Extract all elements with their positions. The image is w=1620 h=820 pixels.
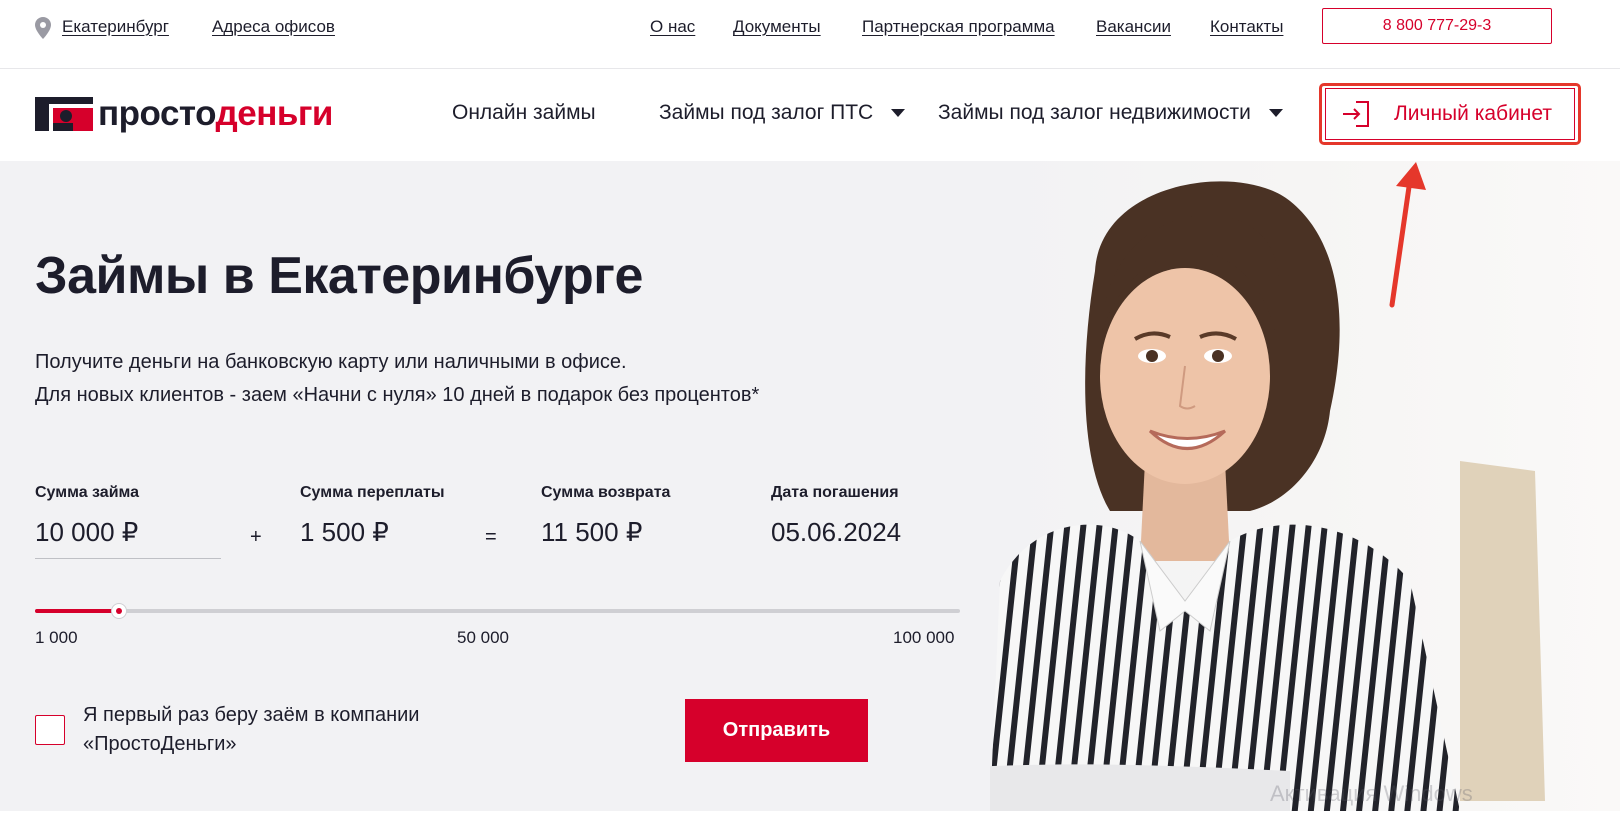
loan-amount-underline (35, 558, 221, 559)
hero-section: Займы в Екатеринбурге Получите деньги на… (0, 161, 1620, 811)
first-loan-checkbox-label[interactable]: Я первый раз беру заём в компании «Прост… (83, 701, 419, 759)
nav-online-loans-label: Онлайн займы (452, 101, 596, 124)
first-loan-checkbox[interactable] (35, 715, 65, 745)
loan-amount-slider[interactable] (35, 603, 960, 619)
overpay-value: 1 500 ₽ (300, 517, 389, 547)
page-title: Займы в Екатеринбурге (35, 247, 643, 305)
chevron-down-icon (891, 109, 906, 117)
checkbox-label-line1: Я первый раз беру заём в компании (83, 704, 420, 726)
return-amount-label: Сумма возврата (541, 484, 671, 501)
logo-text-part2: деньги (215, 94, 334, 133)
slider-min-label: 1 000 (35, 628, 78, 647)
about-link[interactable]: О нас (650, 17, 695, 37)
windows-activation-watermark: Активация Windows (1270, 781, 1473, 806)
phone-number: 8 800 777-29-3 (1382, 17, 1492, 34)
loan-amount-field[interactable]: 10 000 ₽ (35, 517, 138, 548)
submit-button[interactable]: Отправить (685, 699, 868, 762)
location-pin-icon (35, 17, 51, 39)
slider-max-label: 100 000 (893, 628, 955, 647)
top-bar: Екатеринбург Адреса офисов О нас Докумен… (0, 0, 1620, 69)
partner-program-link[interactable]: Партнерская программа (862, 17, 1055, 37)
login-icon (1343, 101, 1369, 127)
hero-subtitle-line2: Для новых клиентов - заем «Начни с нуля»… (35, 384, 760, 406)
plus-sign: + (250, 526, 262, 548)
loan-amount-label: Сумма займа (35, 484, 140, 501)
logo-wordmark: простоденьги (98, 94, 334, 133)
nav-online-loans[interactable]: Онлайн займы (452, 101, 596, 125)
checkbox-label-line2: «ПростоДеньги» (83, 733, 237, 755)
due-date-label: Дата погашения (771, 484, 899, 501)
slider-fill (35, 609, 120, 613)
hero-portrait-image (990, 161, 1620, 811)
return-amount-value: 11 500 ₽ (541, 517, 643, 547)
due-date-value: 05.06.2024 (771, 517, 902, 547)
equals-sign: = (485, 526, 497, 548)
nav-realty-loans-label: Займы под залог недвижимости (938, 101, 1251, 124)
contacts-link[interactable]: Контакты (1210, 17, 1283, 37)
documents-link[interactable]: Документы (733, 17, 821, 37)
chevron-down-icon (1268, 109, 1283, 117)
nav-pts-loans[interactable]: Займы под залог ПТС (659, 101, 906, 125)
offices-link[interactable]: Адреса офисов (212, 17, 335, 37)
nav-pts-loans-label: Займы под залог ПТС (659, 101, 874, 124)
slider-mid-label: 50 000 (457, 628, 509, 647)
annotation-arrow-icon (1389, 162, 1426, 308)
city-selector-link[interactable]: Екатеринбург (62, 17, 169, 37)
logo-mark-icon (35, 97, 93, 131)
hero-subtitle: Получите деньги на банковскую карту или … (35, 346, 759, 412)
overpay-label: Сумма переплаты (300, 484, 445, 501)
logo[interactable]: простоденьги (35, 94, 334, 133)
slider-thumb[interactable] (111, 603, 128, 619)
hero-subtitle-line1: Получите деньги на банковскую карту или … (35, 351, 627, 373)
vacancies-link[interactable]: Вакансии (1096, 17, 1171, 37)
phone-button[interactable]: 8 800 777-29-3 (1322, 8, 1552, 44)
logo-text-part1: просто (98, 94, 216, 133)
nav-realty-loans[interactable]: Займы под залог недвижимости (938, 101, 1283, 125)
personal-cabinet-button[interactable]: Личный кабинет (1325, 88, 1575, 140)
personal-cabinet-label: Личный кабинет (1394, 102, 1552, 125)
